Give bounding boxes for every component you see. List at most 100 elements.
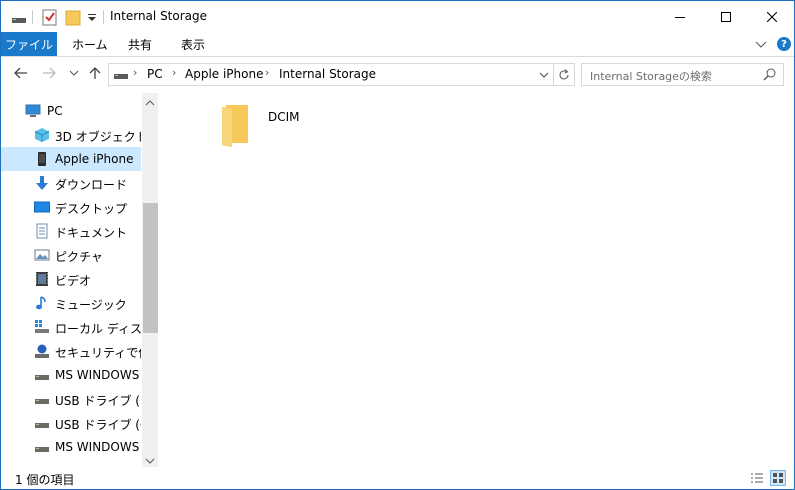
nav-item-usb-drive-f[interactable]: USB ドライブ (F:) — [1, 387, 141, 411]
navigation-bar: › PC › Apple iPhone › Internal Storage I… — [1, 57, 794, 91]
nav-label: MS WINDOWS (I — [55, 440, 141, 454]
separator — [553, 64, 554, 85]
nav-item-ms-windows[interactable]: MS WINDOWS (I — [1, 363, 141, 387]
nav-item-documents[interactable]: ドキュメント — [1, 219, 141, 243]
help-icon[interactable]: ? — [777, 37, 791, 51]
nav-label: セキュリティで保護 — [55, 346, 141, 360]
minimize-button[interactable] — [657, 1, 703, 32]
breadcrumb-chevron-icon[interactable]: › — [265, 66, 269, 79]
tab-share[interactable]: 共有 — [128, 36, 152, 53]
minimize-icon — [675, 16, 685, 18]
usb-drive-icon — [35, 399, 49, 404]
up-button[interactable] — [85, 63, 105, 83]
nav-label: ドキュメント — [55, 226, 128, 240]
nav-label: MS WINDOWS (I — [55, 368, 141, 382]
desktop-icon — [34, 201, 50, 213]
back-arrow-icon — [14, 67, 27, 79]
nav-item-music[interactable]: ミュージック — [1, 291, 141, 315]
search-box[interactable]: Internal Storageの検索 — [581, 63, 784, 86]
documents-icon — [36, 223, 48, 239]
nav-item-apple-iphone[interactable]: Apple iPhone — [1, 147, 141, 171]
nav-item-desktop[interactable]: デスクトップ — [1, 195, 141, 219]
maximize-icon — [721, 11, 731, 22]
scrollbar-thumb[interactable] — [143, 203, 158, 333]
breadcrumb-internal-storage[interactable]: Internal Storage — [279, 67, 376, 81]
nav-label: ローカル ディスク (C — [55, 322, 141, 336]
address-bar[interactable]: › PC › Apple iPhone › Internal Storage — [108, 63, 575, 86]
drive-title-icon — [11, 7, 27, 27]
maximize-button[interactable] — [703, 1, 749, 32]
forward-button[interactable] — [39, 63, 59, 83]
address-history-button[interactable] — [535, 64, 553, 85]
scroll-down-icon[interactable] — [145, 454, 155, 467]
drive-icon — [35, 375, 49, 380]
nav-item-downloads[interactable]: ダウンロード — [1, 171, 141, 195]
chevron-down-icon — [69, 70, 79, 76]
new-folder-icon[interactable] — [65, 7, 81, 27]
local-disk-icon — [35, 320, 49, 333]
breadcrumb-apple-iphone[interactable]: Apple iPhone — [185, 67, 263, 81]
secure-drive-icon — [35, 344, 49, 358]
nav-label: PC — [47, 104, 63, 118]
large-icons-view-button[interactable] — [770, 470, 786, 486]
drive-icon — [113, 67, 129, 84]
pc-icon — [25, 104, 41, 117]
recent-locations-button[interactable] — [64, 63, 84, 83]
tab-file[interactable]: ファイル — [1, 32, 57, 56]
tab-home[interactable]: ホーム — [72, 36, 108, 53]
close-icon — [767, 11, 777, 22]
search-input[interactable]: Internal Storageの検索 — [590, 68, 712, 84]
tab-view[interactable]: 表示 — [181, 36, 205, 53]
nav-label: USB ドライブ (G:) — [55, 418, 141, 432]
nav-item-partial[interactable] — [1, 459, 141, 467]
nav-item-ms-windows-2[interactable]: MS WINDOWS (I — [1, 435, 141, 459]
ribbon-tabs: ファイル ホーム 共有 表示 ? — [1, 32, 794, 57]
nav-label: ビデオ — [55, 274, 92, 288]
nav-item-usb-drive-g[interactable]: USB ドライブ (G:) — [1, 411, 141, 435]
file-explorer-window: Internal Storage ファイル ホーム 共有 表示 ? › PC ›… — [0, 0, 795, 490]
content-item-label: DCIM — [268, 110, 300, 124]
title-bar: Internal Storage — [1, 1, 794, 32]
chevron-down-icon — [539, 72, 549, 78]
separator — [32, 7, 33, 27]
customize-qat-icon[interactable] — [87, 7, 97, 27]
expand-ribbon-icon[interactable] — [755, 39, 767, 53]
window-title: Internal Storage — [110, 9, 208, 23]
breadcrumb-chevron-icon[interactable]: › — [172, 66, 176, 79]
details-view-button[interactable] — [749, 470, 765, 486]
nav-label: デスクトップ — [55, 202, 128, 216]
pictures-icon — [34, 249, 50, 261]
videos-icon — [36, 272, 48, 286]
3d-objects-icon — [34, 128, 50, 142]
navigation-pane: PC 3D オブジェクト Apple iPhone ダウンロード デスクトップ … — [1, 93, 158, 467]
download-icon — [36, 176, 48, 190]
nav-item-local-disk[interactable]: ローカル ディスク (C — [1, 315, 141, 339]
usb-drive-icon — [35, 423, 49, 428]
breadcrumb-pc[interactable]: PC — [147, 67, 163, 81]
nav-label: USB ドライブ (F:) — [55, 394, 141, 408]
up-arrow-icon — [89, 67, 101, 79]
back-button[interactable] — [11, 63, 31, 83]
forward-arrow-icon — [43, 67, 56, 79]
item-count: 1 個の項目 — [15, 473, 75, 487]
nav-scrollbar[interactable] — [142, 93, 158, 467]
nav-label: 3D オブジェクト — [55, 130, 141, 144]
nav-item-pictures[interactable]: ピクチャ — [1, 243, 141, 267]
nav-item-videos[interactable]: ビデオ — [1, 267, 141, 291]
nav-label: ピクチャ — [55, 250, 103, 264]
drive-icon — [35, 447, 49, 452]
refresh-icon — [559, 68, 569, 79]
close-button[interactable] — [749, 1, 794, 32]
scroll-up-icon[interactable] — [145, 96, 155, 110]
nav-item-3d-objects[interactable]: 3D オブジェクト — [1, 123, 141, 147]
large-icons-view-icon — [773, 473, 783, 483]
refresh-button[interactable] — [555, 64, 573, 85]
details-view-icon — [751, 473, 763, 483]
nav-label: ダウンロード — [55, 178, 128, 192]
nav-item-secure-drive[interactable]: セキュリティで保護 — [1, 339, 141, 363]
properties-icon[interactable] — [42, 7, 58, 27]
breadcrumb-chevron-icon[interactable]: › — [133, 66, 137, 79]
nav-item-pc[interactable]: PC — [1, 99, 141, 123]
separator — [103, 7, 104, 27]
search-icon[interactable] — [763, 67, 777, 84]
